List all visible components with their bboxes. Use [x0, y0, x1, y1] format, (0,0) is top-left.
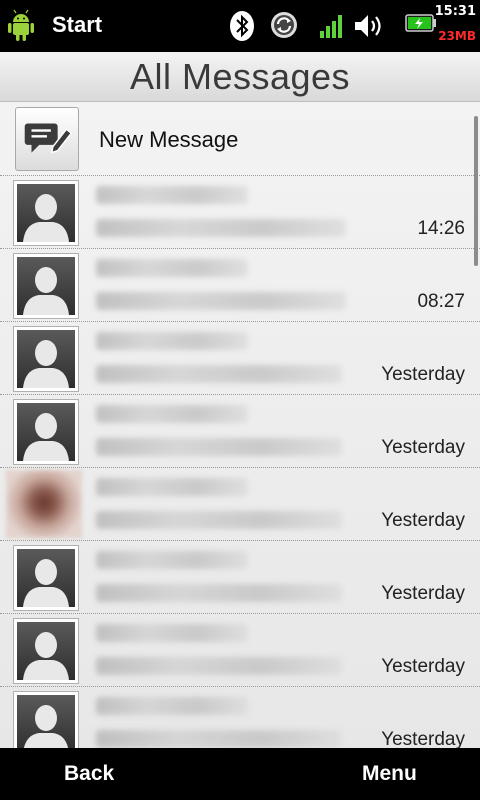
message-time: Yesterday — [381, 364, 465, 385]
android-icon[interactable] — [6, 9, 36, 43]
contact-name-blurred — [96, 478, 248, 496]
message-preview-blurred — [96, 584, 342, 602]
contact-name-blurred — [96, 551, 248, 569]
new-message-row[interactable]: New Message — [0, 102, 480, 176]
menu-button[interactable]: Menu — [362, 762, 417, 786]
message-preview-blurred — [96, 292, 346, 310]
message-row[interactable]: Yesterday — [0, 322, 480, 395]
message-time: 08:27 — [417, 291, 465, 312]
contact-photo — [6, 470, 82, 538]
message-preview-blurred — [96, 657, 342, 675]
message-time: Yesterday — [381, 729, 465, 748]
message-preview-blurred — [96, 438, 342, 456]
contact-avatar-icon — [13, 253, 79, 319]
new-message-label[interactable]: New Message — [99, 127, 238, 153]
battery-icon — [405, 14, 436, 32]
message-time: Yesterday — [381, 583, 465, 604]
message-row[interactable]: Yesterday — [0, 614, 480, 687]
scrollbar[interactable] — [474, 116, 478, 266]
contact-avatar-icon — [13, 618, 79, 684]
signal-icon — [320, 15, 342, 38]
contact-name-blurred — [96, 186, 248, 204]
message-preview-blurred — [96, 219, 346, 237]
message-time: 14:26 — [417, 218, 465, 239]
start-label[interactable]: Start — [52, 12, 102, 38]
message-preview-blurred — [96, 730, 342, 748]
message-list[interactable]: New Message 14:26 08:27 Yesterday Yesterday… — [0, 102, 480, 748]
back-button[interactable]: Back — [64, 762, 114, 786]
contact-name-blurred — [96, 405, 248, 423]
message-row[interactable]: Yesterday — [0, 541, 480, 614]
message-row[interactable]: Yesterday — [0, 687, 480, 748]
message-row[interactable]: Yesterday — [0, 468, 480, 541]
message-time: Yesterday — [381, 510, 465, 531]
message-row[interactable]: 14:26 — [0, 176, 480, 249]
contact-name-blurred — [96, 697, 248, 715]
contact-avatar-icon — [13, 691, 79, 748]
message-preview-blurred — [96, 511, 342, 529]
message-preview-blurred — [96, 365, 342, 383]
page-header: All Messages — [0, 52, 480, 102]
memory-indicator: 23MB — [438, 29, 476, 43]
message-row[interactable]: 08:27 — [0, 249, 480, 322]
contact-name-blurred — [96, 259, 248, 277]
softkey-bar: Back Menu — [0, 748, 480, 800]
contact-avatar-icon — [13, 399, 79, 465]
clock: 15:31 — [434, 4, 476, 19]
message-time: Yesterday — [381, 656, 465, 677]
contact-avatar-icon — [13, 180, 79, 246]
sync-icon — [271, 12, 297, 38]
message-row[interactable]: Yesterday — [0, 395, 480, 468]
contact-avatar-icon — [13, 326, 79, 392]
contact-name-blurred — [96, 624, 248, 642]
compose-button[interactable] — [15, 107, 79, 171]
status-bar: Start 15:31 23MB — [0, 0, 480, 52]
message-time: Yesterday — [381, 437, 465, 458]
compose-icon — [24, 123, 73, 154]
bluetooth-icon — [230, 11, 254, 41]
volume-icon — [355, 15, 381, 37]
page-title: All Messages — [129, 56, 351, 97]
contact-name-blurred — [96, 332, 248, 350]
contact-avatar-icon — [13, 545, 79, 611]
